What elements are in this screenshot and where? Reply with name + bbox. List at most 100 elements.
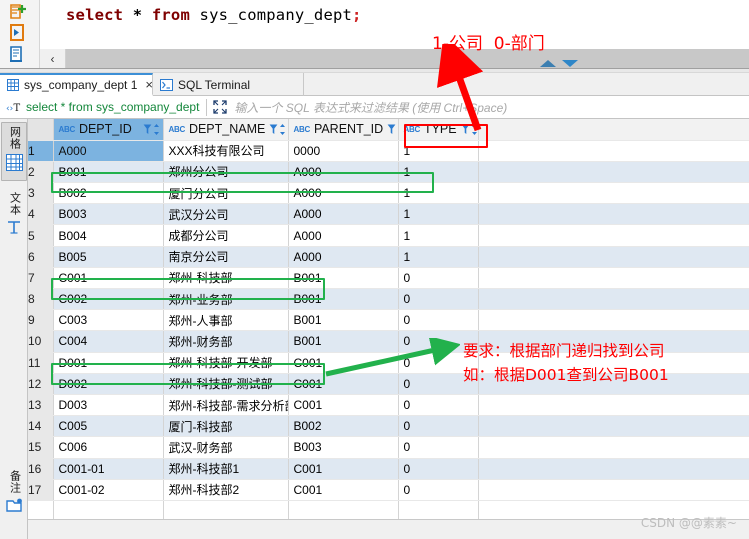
- column-tools[interactable]: [387, 123, 397, 136]
- sql-statement[interactable]: select * from sys_company_dept;: [66, 6, 362, 24]
- cell-dept-name[interactable]: 厦门分公司: [163, 182, 289, 205]
- cell-parent-id[interactable]: B002: [288, 415, 399, 438]
- table-row[interactable]: 16 C001-01 郑州-科技部1 C001 0: [28, 458, 749, 480]
- cell-parent-id[interactable]: C001: [288, 479, 399, 501]
- cell-dept-name[interactable]: 郑州-科技部-需求分析部: [163, 394, 289, 417]
- sidebar-item-text[interactable]: 文本: [1, 192, 27, 240]
- table-row[interactable]: 15 C006 武汉-财务部 B003 0: [28, 436, 749, 459]
- tab-sys-company-dept[interactable]: sys_company_dept 1 ×: [0, 73, 153, 96]
- cell-type[interactable]: 0: [398, 288, 479, 311]
- cell-dept-id[interactable]: B005: [53, 246, 164, 268]
- cell-type[interactable]: 0: [398, 352, 479, 374]
- row-number[interactable]: 12: [28, 373, 54, 395]
- cell-parent-id[interactable]: A000: [288, 246, 399, 268]
- table-row[interactable]: 9 C003 郑州-人事部 B001 0: [28, 309, 749, 332]
- cell-dept-name[interactable]: 郑州-业务部: [163, 288, 289, 311]
- table-row[interactable]: 2 B001 郑州分公司 A000 1: [28, 161, 749, 184]
- cell-type[interactable]: 0: [398, 330, 479, 353]
- row-number[interactable]: 2: [28, 161, 54, 184]
- cell-dept-name[interactable]: 郑州-科技部2: [163, 479, 289, 501]
- table-row[interactable]: 1 A000 XXX科技有限公司 0000 1: [28, 140, 749, 162]
- cell-dept-name[interactable]: 郑州-科技部1: [163, 458, 289, 480]
- cell-type[interactable]: 0: [398, 394, 479, 417]
- result-filter-bar[interactable]: ‹› T select * from sys_company_dept 输入一个…: [0, 96, 749, 119]
- table-row[interactable]: 17 C001-02 郑州-科技部2 C001 0: [28, 479, 749, 501]
- column-header-type[interactable]: ABC TYPE: [398, 119, 479, 141]
- expand-icon[interactable]: [213, 100, 228, 114]
- cell-type[interactable]: 1: [398, 182, 479, 205]
- cell-type[interactable]: 0: [398, 436, 479, 459]
- table-row[interactable]: 13 D003 郑州-科技部-需求分析部 C001 0: [28, 394, 749, 417]
- cell-dept-name[interactable]: 郑州分公司: [163, 161, 289, 184]
- cell-type[interactable]: 1: [398, 246, 479, 268]
- row-number[interactable]: 17: [28, 479, 54, 501]
- sidebar-item-grid[interactable]: 网格: [1, 122, 27, 181]
- cell-parent-id[interactable]: C001: [288, 352, 399, 374]
- execute-script-icon[interactable]: [6, 22, 32, 44]
- cell-dept-id[interactable]: C001: [53, 267, 164, 290]
- row-number[interactable]: 9: [28, 309, 54, 332]
- cell-dept-id[interactable]: A000: [53, 140, 164, 162]
- cell-type[interactable]: 0: [398, 458, 479, 480]
- cell-parent-id[interactable]: C001: [288, 394, 399, 417]
- cell-dept-id[interactable]: C001-02: [53, 479, 164, 501]
- row-number[interactable]: 4: [28, 203, 54, 226]
- row-number[interactable]: 10: [28, 330, 54, 353]
- row-number[interactable]: 3: [28, 182, 54, 205]
- column-header-dept-id[interactable]: ABC DEPT_ID: [53, 119, 164, 141]
- cell-dept-id[interactable]: C005: [53, 415, 164, 438]
- cell-parent-id[interactable]: A000: [288, 161, 399, 184]
- cell-parent-id[interactable]: A000: [288, 182, 399, 205]
- sql-editor[interactable]: select * from sys_company_dept;: [40, 0, 749, 48]
- cell-dept-name[interactable]: XXX科技有限公司: [163, 140, 289, 162]
- cell-dept-id[interactable]: B004: [53, 224, 164, 247]
- column-header-dept-name[interactable]: ABC DEPT_NAME: [163, 119, 289, 141]
- sql-script-icon[interactable]: [6, 44, 32, 66]
- row-number[interactable]: 6: [28, 246, 54, 268]
- cell-type[interactable]: 0: [398, 479, 479, 501]
- scroll-up-icon[interactable]: [540, 60, 556, 67]
- table-row[interactable]: 7 C001 郑州-科技部 B001 0: [28, 267, 749, 290]
- row-number[interactable]: 8: [28, 288, 54, 311]
- cell-type[interactable]: 1: [398, 161, 479, 184]
- cell-parent-id[interactable]: A000: [288, 224, 399, 247]
- cell-dept-id[interactable]: C002: [53, 288, 164, 311]
- cell-dept-id[interactable]: C003: [53, 309, 164, 332]
- cell-dept-name[interactable]: 武汉-财务部: [163, 436, 289, 459]
- tab-sql-terminal[interactable]: SQL Terminal: [153, 73, 304, 96]
- table-row[interactable]: 10 C004 郑州-财务部 B001 0: [28, 330, 749, 353]
- cell-type[interactable]: 1: [398, 203, 479, 226]
- cell-dept-id[interactable]: B002: [53, 182, 164, 205]
- cell-type[interactable]: 0: [398, 373, 479, 395]
- cell-parent-id[interactable]: 0000: [288, 140, 399, 162]
- column-tools[interactable]: [143, 123, 160, 136]
- cell-dept-name[interactable]: 南京分公司: [163, 246, 289, 268]
- row-number[interactable]: 13: [28, 394, 54, 417]
- cell-dept-name[interactable]: 成都分公司: [163, 224, 289, 247]
- cell-dept-id[interactable]: D001: [53, 352, 164, 374]
- cell-dept-name[interactable]: 郑州-科技部-开发部: [163, 352, 289, 374]
- row-number-header[interactable]: [28, 119, 54, 141]
- cell-dept-id[interactable]: C004: [53, 330, 164, 353]
- row-number[interactable]: 14: [28, 415, 54, 438]
- cell-dept-id[interactable]: C001-01: [53, 458, 164, 480]
- column-tools[interactable]: [461, 123, 477, 136]
- table-row[interactable]: 3 B002 厦门分公司 A000 1: [28, 182, 749, 205]
- table-row[interactable]: 4 B003 武汉分公司 A000 1: [28, 203, 749, 226]
- cell-parent-id[interactable]: C001: [288, 458, 399, 480]
- sidebar-item-notes[interactable]: 备注: [1, 470, 27, 518]
- cell-parent-id[interactable]: B001: [288, 267, 399, 290]
- column-header-parent-id[interactable]: ABC PARENT_ID: [288, 119, 399, 141]
- cell-dept-id[interactable]: B003: [53, 203, 164, 226]
- new-script-icon[interactable]: [6, 2, 32, 24]
- cell-dept-id[interactable]: D002: [53, 373, 164, 395]
- cell-dept-name[interactable]: 厦门-科技部: [163, 415, 289, 438]
- row-number[interactable]: 1: [28, 140, 54, 162]
- cell-dept-id[interactable]: B001: [53, 161, 164, 184]
- cell-type[interactable]: 0: [398, 309, 479, 332]
- cell-parent-id[interactable]: A000: [288, 203, 399, 226]
- cell-type[interactable]: 1: [398, 140, 479, 162]
- cell-type[interactable]: 0: [398, 267, 479, 290]
- cell-dept-name[interactable]: 郑州-科技部-测试部: [163, 373, 289, 395]
- scroll-down-icon[interactable]: [562, 60, 578, 67]
